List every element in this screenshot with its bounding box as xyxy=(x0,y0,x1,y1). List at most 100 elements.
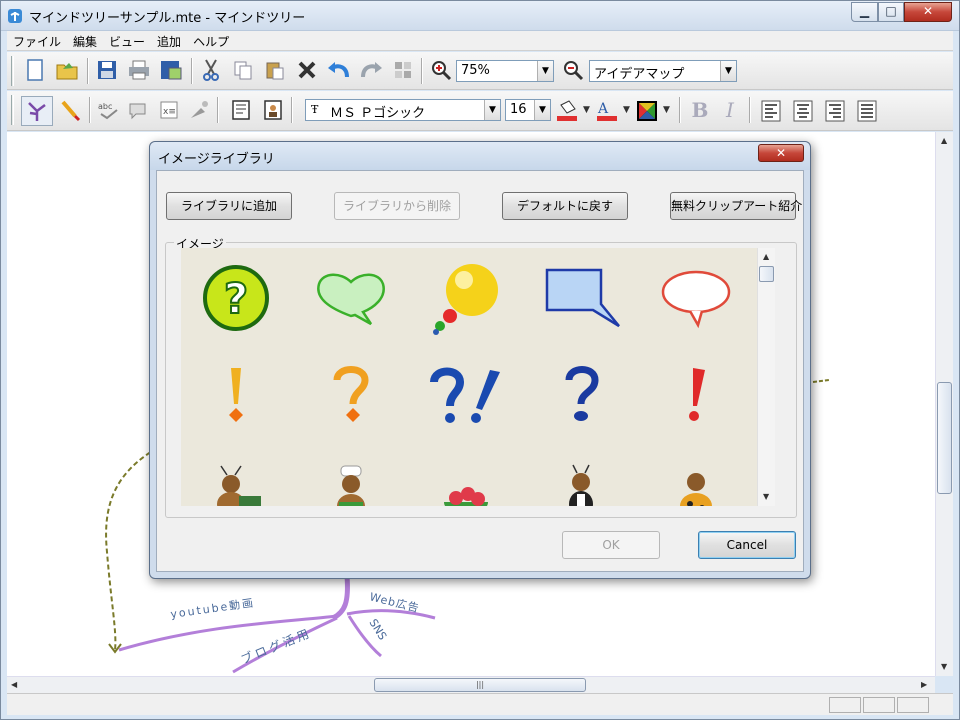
minimize-button[interactable]: ▁ xyxy=(851,2,878,22)
image-cell[interactable] xyxy=(411,350,521,442)
image-cell[interactable] xyxy=(641,350,751,442)
redo-button[interactable] xyxy=(357,56,385,84)
paste-button[interactable] xyxy=(261,56,289,84)
status-panel xyxy=(897,697,929,713)
vertical-scroll-thumb[interactable] xyxy=(937,382,952,494)
image-cell[interactable] xyxy=(181,350,291,442)
align-right-icon xyxy=(825,100,845,122)
free-clipart-button[interactable]: 無料クリップアート紹介 xyxy=(670,192,802,220)
image-grid-scroll-thumb[interactable] xyxy=(759,266,774,282)
chevron-down-icon[interactable]: ▼ xyxy=(537,61,553,81)
zoom-in-button[interactable] xyxy=(427,56,455,84)
chevron-down-icon[interactable]: ▼ xyxy=(623,105,630,115)
chevron-down-icon[interactable]: ▼ xyxy=(534,100,550,120)
italic-button[interactable]: I xyxy=(719,97,741,123)
menu-insert[interactable]: 追加 xyxy=(151,31,187,50)
font-color-button[interactable]: A xyxy=(593,97,621,125)
new-file-button[interactable] xyxy=(21,56,49,84)
add-to-library-button[interactable]: ライブラリに追加 xyxy=(166,192,292,220)
maximize-button[interactable]: □ xyxy=(878,2,904,22)
image-cell[interactable] xyxy=(641,252,751,344)
export-image-button[interactable] xyxy=(157,56,185,84)
toolbar-separator xyxy=(89,97,91,123)
spellcheck-icon: abc xyxy=(98,102,118,120)
font-name-select[interactable]: Ŧ ＭＳ Ｐゴシック ▼ xyxy=(305,99,501,121)
view-mode-select[interactable]: アイデアマップ ▼ xyxy=(589,60,737,82)
toolbar-grip[interactable] xyxy=(11,95,14,125)
scroll-up-icon[interactable]: ▲ xyxy=(763,252,769,261)
floppy-disk-icon xyxy=(98,61,116,79)
excel-button[interactable]: x≡ xyxy=(155,96,183,124)
scroll-down-icon[interactable]: ▼ xyxy=(941,662,947,671)
insert-image-button[interactable] xyxy=(259,96,287,124)
line-color-button[interactable] xyxy=(633,97,661,125)
scroll-right-icon[interactable]: ▶ xyxy=(921,680,927,689)
image-cell[interactable]: ? xyxy=(181,252,291,344)
zoom-out-button[interactable] xyxy=(559,56,587,84)
blue-square-speech-bubble-icon xyxy=(545,268,620,328)
align-center-button[interactable] xyxy=(789,97,817,125)
note-button[interactable] xyxy=(125,96,153,124)
close-button[interactable]: ✕ xyxy=(904,2,952,22)
ok-button[interactable]: OK xyxy=(562,531,660,559)
fill-color-button[interactable] xyxy=(553,97,581,125)
print-button[interactable] xyxy=(125,56,153,84)
image-cell[interactable] xyxy=(181,448,291,506)
image-cell[interactable] xyxy=(526,350,636,442)
chevron-down-icon[interactable]: ▼ xyxy=(583,105,590,115)
save-button[interactable] xyxy=(93,56,121,84)
layout-button[interactable] xyxy=(389,56,417,84)
dialog-close-button[interactable]: ✕ xyxy=(758,144,804,162)
scroll-up-icon[interactable]: ▲ xyxy=(941,136,947,145)
pen-tool-button[interactable] xyxy=(57,96,85,124)
grid-layout-icon xyxy=(395,62,411,78)
undo-button[interactable] xyxy=(325,56,353,84)
chevron-down-icon[interactable]: ▼ xyxy=(484,100,500,120)
link-button[interactable] xyxy=(185,96,213,124)
horizontal-scrollbar[interactable]: ◀ ||| ▶ xyxy=(7,676,935,693)
image-cell[interactable] xyxy=(296,350,406,442)
menu-edit[interactable]: 編集 xyxy=(67,31,103,50)
menu-file[interactable]: ファイル xyxy=(7,31,67,50)
restore-default-button[interactable]: デフォルトに戻す xyxy=(502,192,628,220)
chevron-down-icon[interactable]: ▼ xyxy=(663,105,670,115)
open-file-button[interactable] xyxy=(53,56,81,84)
align-justify-button[interactable] xyxy=(853,97,881,125)
export-image-icon xyxy=(161,61,182,80)
align-right-button[interactable] xyxy=(821,97,849,125)
orange-question-icon xyxy=(333,366,369,422)
menu-help[interactable]: ヘルプ xyxy=(187,31,235,50)
scroll-left-icon[interactable]: ◀ xyxy=(11,680,17,689)
image-grid-scrollbar[interactable]: ▲ ▼ xyxy=(757,248,775,506)
remove-from-library-button[interactable]: ライブラリから削除 xyxy=(334,192,460,220)
zoom-select[interactable]: 75% ▼ xyxy=(456,60,554,82)
delete-button[interactable] xyxy=(293,56,321,84)
horizontal-scroll-thumb[interactable]: ||| xyxy=(374,678,586,692)
image-cell[interactable] xyxy=(526,448,636,506)
image-cell[interactable] xyxy=(296,448,406,506)
cut-button[interactable] xyxy=(197,56,225,84)
toolbar-grip[interactable] xyxy=(11,56,14,86)
align-left-button[interactable] xyxy=(757,97,785,125)
image-cell[interactable] xyxy=(526,252,636,344)
text-box-button[interactable] xyxy=(227,96,255,124)
branch-tool-button[interactable] xyxy=(21,96,53,126)
image-cell[interactable] xyxy=(411,252,521,344)
dialog-title-bar[interactable]: イメージライブラリ ✕ xyxy=(150,142,810,170)
image-grid[interactable]: ? xyxy=(181,248,757,506)
vertical-scrollbar[interactable]: ▲ ▼ xyxy=(935,132,953,676)
spellcheck-button[interactable]: abc xyxy=(95,96,123,124)
copy-icon xyxy=(234,61,252,80)
orange-exclamation-icon xyxy=(229,368,243,422)
font-size-select[interactable]: 16 ▼ xyxy=(505,99,551,121)
copy-button[interactable] xyxy=(229,56,257,84)
image-cell[interactable] xyxy=(411,448,521,506)
scroll-down-icon[interactable]: ▼ xyxy=(763,492,769,501)
chevron-down-icon[interactable]: ▼ xyxy=(720,61,736,81)
topic-sns: SNS xyxy=(366,617,389,643)
cancel-button[interactable]: Cancel xyxy=(698,531,796,559)
menu-view[interactable]: ビュー xyxy=(103,31,151,50)
image-cell[interactable] xyxy=(296,252,406,344)
image-cell[interactable] xyxy=(641,448,751,506)
bold-button[interactable]: B xyxy=(689,97,711,123)
